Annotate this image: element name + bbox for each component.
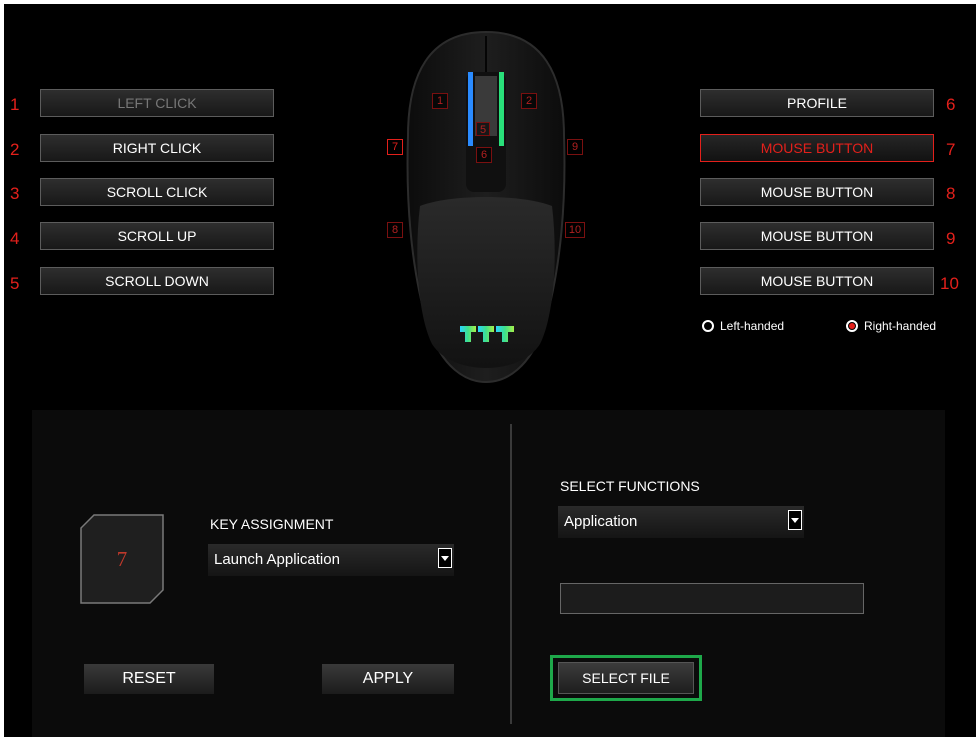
scroll-up-button[interactable]: SCROLL UP xyxy=(40,222,274,250)
key-preview-number: 7 xyxy=(116,547,128,571)
right-handed-label: Right-handed xyxy=(864,319,937,333)
mouse-button-7[interactable]: MOUSE BUTTON xyxy=(700,134,934,162)
chevron-down-icon[interactable] xyxy=(438,548,452,568)
key-assignment-value: Launch Application xyxy=(214,551,340,568)
scroll-down-button[interactable]: SCROLL DOWN xyxy=(40,267,274,295)
apply-button[interactable]: APPLY xyxy=(322,664,454,694)
button-number-3: 3 xyxy=(10,184,20,203)
mouse-tag-1: 1 xyxy=(432,93,448,109)
key-assignment-label: KEY ASSIGNMENT xyxy=(210,516,334,532)
profile-button[interactable]: PROFILE xyxy=(700,89,934,117)
button-number-1: 1 xyxy=(10,95,20,114)
button-number-7: 7 xyxy=(946,140,956,159)
right-handed-radio-circle[interactable] xyxy=(846,320,858,332)
select-file-button[interactable]: SELECT FILE xyxy=(558,662,694,694)
file-path-input[interactable] xyxy=(560,583,864,614)
mouse-tag-5: 5 xyxy=(476,122,490,136)
mouse-button-9[interactable]: MOUSE BUTTON xyxy=(700,222,934,250)
mouse-tag-8: 8 xyxy=(387,222,403,238)
chevron-down-icon[interactable] xyxy=(788,510,802,530)
left-handed-radio-circle[interactable] xyxy=(702,320,714,332)
left-click-button[interactable]: LEFT CLICK xyxy=(40,89,274,117)
key-assignment-select[interactable]: Launch Application xyxy=(208,544,454,576)
mouse-tag-2: 2 xyxy=(521,93,537,109)
mouse-tag-6: 6 xyxy=(476,147,492,163)
button-number-6: 6 xyxy=(946,95,956,114)
left-handed-radio[interactable]: Left-handed xyxy=(702,319,784,333)
button-number-10: 10 xyxy=(940,274,959,293)
mouse-tag-7: 7 xyxy=(387,139,403,155)
mouse-image xyxy=(406,30,566,384)
mouse-button-8[interactable]: MOUSE BUTTON xyxy=(700,178,934,206)
reset-button[interactable]: RESET xyxy=(84,664,214,694)
assignment-panel: 7 KEY ASSIGNMENT Launch Application RESE… xyxy=(32,410,945,737)
button-number-2: 2 xyxy=(10,140,20,159)
mouse-config-window: 1 LEFT CLICK 2 RIGHT CLICK 3 SCROLL CLIC… xyxy=(4,4,976,737)
select-functions-label: SELECT FUNCTIONS xyxy=(560,478,700,494)
right-handed-radio[interactable]: Right-handed xyxy=(846,319,936,333)
mouse-tag-10: 10 xyxy=(565,222,585,238)
button-number-9: 9 xyxy=(946,229,956,248)
right-click-button[interactable]: RIGHT CLICK xyxy=(40,134,274,162)
button-number-8: 8 xyxy=(946,184,956,203)
mouse-button-10[interactable]: MOUSE BUTTON xyxy=(700,267,934,295)
mouse-tag-9: 9 xyxy=(567,139,583,155)
select-functions-select[interactable]: Application xyxy=(558,506,804,538)
button-number-5: 5 xyxy=(10,274,20,293)
left-handed-label: Left-handed xyxy=(720,319,785,333)
panel-divider xyxy=(510,424,512,724)
scroll-click-button[interactable]: SCROLL CLICK xyxy=(40,178,274,206)
key-preview: 7 xyxy=(80,514,164,604)
button-number-4: 4 xyxy=(10,229,20,248)
select-functions-value: Application xyxy=(564,513,638,530)
